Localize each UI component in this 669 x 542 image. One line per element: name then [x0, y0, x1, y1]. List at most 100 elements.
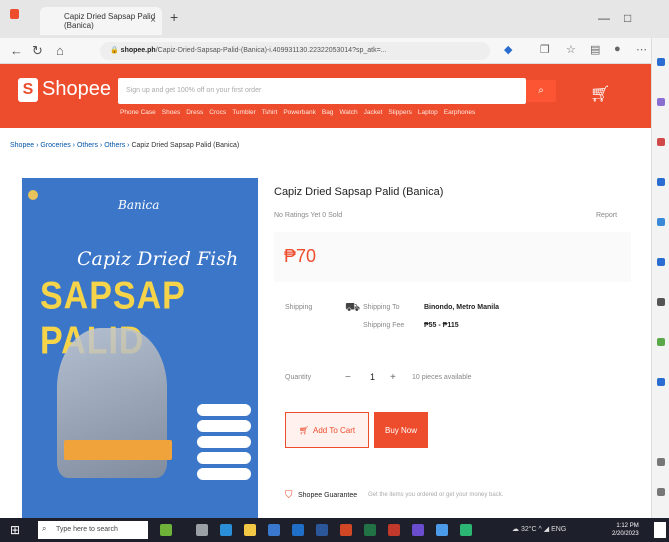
- product-price: ₱70: [284, 246, 317, 266]
- breadcrumb-link[interactable]: Others: [77, 142, 98, 149]
- apps-icon[interactable]: [657, 298, 665, 306]
- windows-start-icon[interactable]: ⊞: [10, 523, 20, 537]
- extension-icon[interactable]: ◆: [504, 43, 512, 56]
- url-path: /Capiz-Dried-Sapsap-Palid-(Banica)-i.409…: [155, 47, 387, 54]
- feature-pill: [197, 420, 251, 432]
- edge-icon[interactable]: [220, 524, 232, 536]
- more-icon[interactable]: ⋯: [636, 43, 647, 56]
- collections-icon[interactable]: ▤: [590, 43, 600, 56]
- add-to-cart-button[interactable]: 🛒︎ Add To Cart: [285, 412, 369, 448]
- tab-close-icon[interactable]: ×: [150, 15, 156, 26]
- hotword-link[interactable]: Dress: [186, 109, 203, 116]
- onenote-icon[interactable]: [412, 524, 424, 536]
- windows-taskbar: ⊞ Type here to search ⌕ ☁ 32°C ^ ◢ ENG 1…: [0, 518, 669, 542]
- breadcrumb-link[interactable]: Others: [104, 142, 125, 149]
- home-icon[interactable]: ⌂: [56, 43, 64, 58]
- brand-logo: Banica: [118, 198, 160, 212]
- excel-icon[interactable]: [364, 524, 376, 536]
- shipping-label: Shipping: [285, 304, 313, 311]
- settings-icon[interactable]: [657, 488, 665, 496]
- shopee-bag-icon[interactable]: S: [18, 78, 38, 102]
- hotword-link[interactable]: Laptop: [418, 109, 438, 116]
- hotword-link[interactable]: Tumbler: [232, 109, 256, 116]
- word-icon[interactable]: [316, 524, 328, 536]
- hotword-link[interactable]: Bag: [322, 109, 334, 116]
- drop-icon[interactable]: [657, 338, 665, 346]
- stock-available: 10 pieces available: [412, 374, 472, 381]
- favorite-icon[interactable]: ☆: [566, 43, 576, 56]
- address-toolbar: ← ↻ ⌂ 🔒 shopee.ph/Capiz-Dried-Sapsap-Pal…: [0, 38, 669, 64]
- hotword-link[interactable]: Watch: [339, 109, 357, 116]
- search-icon: ⌕: [42, 524, 47, 533]
- weather-icon: ☁: [512, 526, 521, 533]
- outlook-icon[interactable]: [657, 258, 665, 266]
- shopee-logo[interactable]: Shopee: [42, 78, 111, 101]
- product-title: Capiz Dried Sapsap Palid (Banica): [274, 186, 444, 198]
- maximize-icon[interactable]: □: [624, 11, 631, 25]
- skype-icon[interactable]: [657, 378, 665, 386]
- hotword-link[interactable]: Powerbank: [283, 109, 316, 116]
- app-icon[interactable]: [460, 524, 472, 536]
- hotword-link[interactable]: Slippers: [388, 109, 411, 116]
- url-input[interactable]: 🔒 shopee.ph/Capiz-Dried-Sapsap-Palid-(Ba…: [100, 42, 490, 60]
- search-icon[interactable]: [657, 58, 665, 66]
- truck-icon: ⛟: [345, 300, 361, 314]
- image-badge: [64, 440, 172, 460]
- breadcrumb-link[interactable]: Shopee: [10, 142, 34, 149]
- hotword-link[interactable]: Jacket: [364, 109, 383, 116]
- hotword-link[interactable]: Phone Case: [120, 109, 156, 116]
- shipping-to-value[interactable]: Binondo, Metro Manila: [424, 304, 499, 311]
- back-icon[interactable]: ←: [10, 43, 23, 58]
- product-meta: No Ratings Yet 0 Sold: [274, 212, 343, 219]
- games-icon[interactable]: [657, 178, 665, 186]
- teams-icon[interactable]: [436, 524, 448, 536]
- report-link[interactable]: Report: [596, 212, 617, 219]
- add-to-cart-label: Add To Cart: [313, 425, 356, 435]
- quantity-input[interactable]: 1: [370, 372, 375, 382]
- new-tab-button[interactable]: +: [170, 9, 178, 25]
- profile-icon[interactable]: ●: [614, 43, 621, 55]
- reader-icon[interactable]: ❐: [540, 43, 550, 56]
- clock-date: 2/20/2023: [612, 531, 639, 537]
- product-image[interactable]: Banica Capiz Dried Fish SAPSAP PALID: [22, 178, 258, 518]
- hotword-link[interactable]: Crocs: [209, 109, 226, 116]
- search-input[interactable]: Sign up and get 100% off on your first o…: [118, 78, 526, 104]
- system-tray[interactable]: ☁ 32°C ^ ◢ ENG: [512, 525, 566, 533]
- quantity-plus-button[interactable]: +: [390, 372, 396, 383]
- sidebar-toggle-icon[interactable]: [657, 458, 665, 466]
- guarantee-label[interactable]: Shopee Guarantee: [298, 492, 357, 499]
- breadcrumb: Shopee › Groceries › Others › Others › C…: [10, 142, 239, 149]
- hotword-link[interactable]: Earphones: [444, 109, 475, 116]
- widgets-icon[interactable]: [160, 524, 172, 536]
- shopee-header: S Shopee Sign up and get 100% off on you…: [0, 64, 651, 128]
- tab-title: Capiz Dried Sapsap Palid (Banica): [64, 12, 156, 30]
- tools-icon[interactable]: [657, 138, 665, 146]
- quantity-minus-button[interactable]: −: [345, 372, 351, 383]
- task-view-icon[interactable]: [196, 524, 208, 536]
- store-icon[interactable]: [268, 524, 280, 536]
- mail-icon[interactable]: [292, 524, 304, 536]
- shipping-fee-value[interactable]: ₱55 - ₱115: [424, 322, 459, 329]
- refresh-icon[interactable]: ↻: [32, 43, 43, 59]
- clock-time: 1:12 PM: [616, 523, 639, 529]
- hotword-link[interactable]: Shoes: [162, 109, 180, 116]
- shopping-icon[interactable]: [657, 98, 665, 106]
- taskbar-search-input[interactable]: Type here to search: [38, 521, 148, 539]
- cart-icon[interactable]: 🛒︎: [590, 84, 610, 104]
- minimize-icon[interactable]: —: [598, 11, 610, 25]
- shopee-favicon: [10, 9, 19, 19]
- weather-temp: 32°C: [520, 526, 537, 533]
- search-icon: ⌕: [538, 85, 544, 96]
- hotword-link[interactable]: Tshirt: [262, 109, 278, 116]
- office-icon[interactable]: [657, 218, 665, 226]
- powerpoint-icon[interactable]: [340, 524, 352, 536]
- buy-now-button[interactable]: Buy Now: [374, 412, 428, 448]
- pdf-icon[interactable]: [388, 524, 400, 536]
- browser-tab[interactable]: Capiz Dried Sapsap Palid (Banica) ×: [40, 7, 162, 35]
- file-explorer-icon[interactable]: [244, 524, 256, 536]
- breadcrumb-link[interactable]: Groceries: [40, 142, 70, 149]
- price-box: [274, 232, 631, 282]
- notification-icon[interactable]: [654, 522, 666, 538]
- search-button[interactable]: ⌕: [526, 80, 556, 102]
- taskbar-clock[interactable]: 1:12 PM 2/20/2023: [612, 522, 639, 538]
